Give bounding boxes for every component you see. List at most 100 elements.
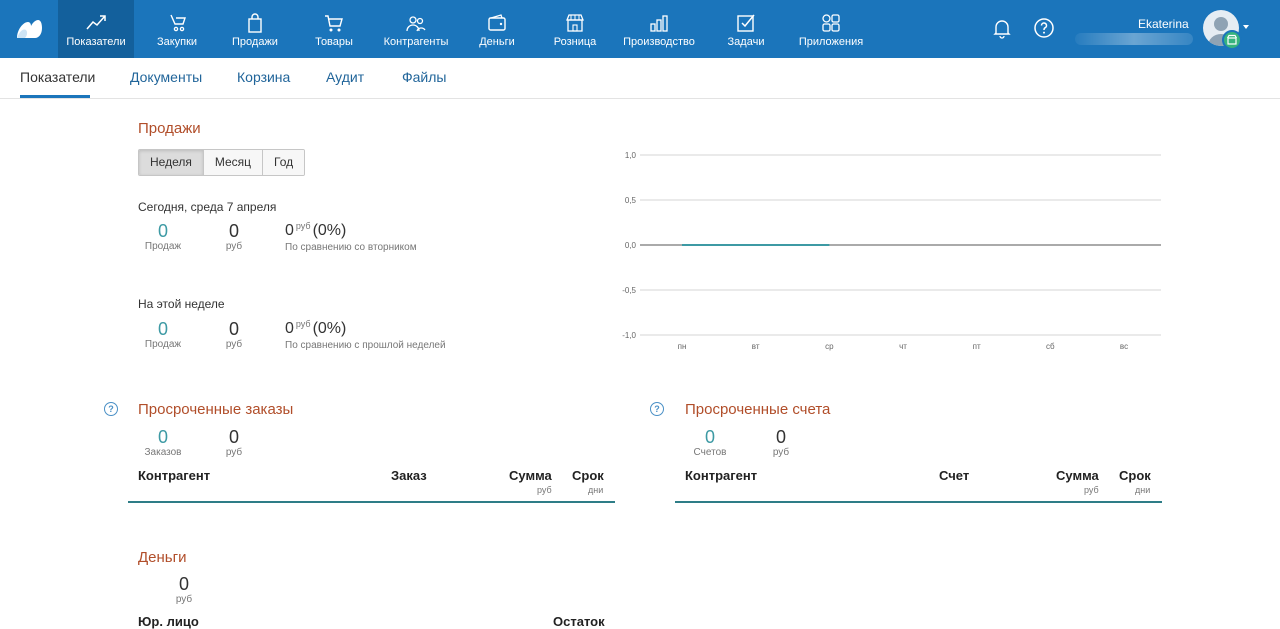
week-sales-amount: 0 руб: [220, 319, 248, 351]
period-year-button[interactable]: Год: [263, 150, 305, 175]
today-comparison: 0 руб (0%) По сравнению со вторником: [285, 221, 417, 253]
nav-item-production[interactable]: Производство: [618, 0, 700, 58]
nav-label: Задачи: [727, 36, 765, 48]
column-term[interactable]: Срок: [572, 468, 604, 483]
y-tick-label: -1,0: [622, 331, 636, 340]
shopping-bag-icon: [248, 13, 262, 33]
compare-unit: руб: [295, 319, 311, 329]
column-invoice[interactable]: Счет: [939, 468, 969, 483]
money-title: Деньги: [138, 549, 187, 566]
amount-value: 0: [228, 319, 239, 339]
nav-item-purchases[interactable]: Закупки: [142, 0, 212, 58]
today-sales-amount: 0 руб: [220, 221, 248, 253]
chevron-down-icon[interactable]: [1243, 25, 1249, 29]
compare-percent: (0%): [312, 320, 347, 337]
people-icon: [406, 16, 426, 32]
period-week-button[interactable]: Неделя: [139, 150, 204, 175]
tab-indicators[interactable]: Показатели: [20, 69, 95, 85]
compare-percent: (0%): [312, 222, 347, 239]
column-sum-unit: руб: [537, 485, 552, 495]
today-sales-count: 0 Продаж: [140, 221, 186, 253]
table-header-divider: [128, 501, 615, 503]
bell-icon[interactable]: [991, 17, 1013, 39]
wallet-icon: [488, 14, 506, 31]
blurred-account-info: [1075, 33, 1193, 45]
nav-item-money[interactable]: Деньги: [468, 0, 526, 58]
sales-chart: 1,0 0,5 0,0 -0,5 -1,0 пн вт ср чт пт сб вс: [622, 151, 1161, 351]
x-tick-label: пн: [678, 342, 687, 351]
column-sum[interactable]: Сумма: [509, 468, 552, 483]
x-tick-label: ср: [825, 342, 834, 351]
subtabs-bar: Показатели Документы Корзина Аудит Файлы: [0, 58, 1280, 99]
nav-item-tasks[interactable]: Задачи: [718, 0, 774, 58]
nav-item-dashboard[interactable]: Показатели: [58, 0, 134, 58]
cart-icon: [325, 15, 343, 32]
overdue-orders-amount: 0 руб: [220, 427, 248, 459]
tab-audit[interactable]: Аудит: [326, 69, 364, 85]
y-tick-label: 0,5: [625, 196, 637, 205]
today-heading: Сегодня, среда 7 апреля: [138, 200, 277, 214]
help-circle-icon[interactable]: ?: [104, 402, 118, 416]
top-navbar: Показатели Закупки Продажи Товары Контра…: [0, 0, 1280, 58]
nav-item-apps[interactable]: Приложения: [792, 0, 870, 58]
tab-documents[interactable]: Документы: [130, 69, 202, 85]
tab-trash[interactable]: Корзина: [237, 69, 290, 85]
factory-icon: [650, 15, 668, 32]
nav-item-sales[interactable]: Продажи: [222, 0, 288, 58]
column-legal-entity[interactable]: Юр. лицо: [138, 614, 199, 629]
compare-caption: По сравнению со вторником: [285, 242, 417, 253]
purchase-icon: [170, 14, 186, 32]
column-term-unit: дни: [588, 485, 604, 495]
overdue-invoices-title: Просроченные счета: [685, 401, 831, 418]
nav-label: Закупки: [156, 36, 198, 48]
column-counterparty[interactable]: Контрагент: [685, 468, 757, 483]
amount-caption: руб: [225, 339, 243, 350]
amount-caption: руб: [225, 447, 243, 458]
tab-files[interactable]: Файлы: [402, 69, 446, 85]
amount-value: 0: [228, 221, 239, 241]
count-value: 0: [704, 427, 715, 447]
nav-label: Деньги: [479, 36, 515, 48]
nav-label: Показатели: [66, 36, 126, 48]
amount-caption: руб: [225, 241, 243, 252]
nav-label: Контрагенты: [383, 36, 449, 48]
overdue-invoices-amount: 0 руб: [767, 427, 795, 459]
count-value: 0: [157, 319, 168, 339]
count-caption: Счетов: [693, 447, 727, 458]
amount-value: 0: [775, 427, 786, 447]
y-tick-label: -0,5: [622, 286, 636, 295]
compare-caption: По сравнению с прошлой неделей: [285, 340, 446, 351]
nav-item-retail[interactable]: Розница: [546, 0, 604, 58]
compare-value: 0: [285, 222, 294, 239]
money-amount: 0 руб: [168, 574, 200, 606]
nav-label: Розница: [553, 36, 597, 48]
checkbox-icon: [737, 14, 755, 32]
nav-item-counterparties[interactable]: Контрагенты: [380, 0, 452, 58]
sales-title: Продажи: [138, 120, 201, 137]
y-tick-label: 0,0: [625, 241, 637, 250]
nav-label: Приложения: [798, 36, 864, 48]
count-caption: Продаж: [144, 339, 182, 350]
logo-icon: [17, 20, 42, 38]
week-sales-count: 0 Продаж: [140, 319, 186, 351]
table-header-divider: [675, 501, 1162, 503]
column-counterparty[interactable]: Контрагент: [138, 468, 210, 483]
column-sum[interactable]: Сумма: [1056, 468, 1099, 483]
app-logo[interactable]: [0, 0, 58, 58]
period-month-button[interactable]: Месяц: [203, 150, 264, 175]
count-value: 0: [157, 427, 168, 447]
user-name[interactable]: Ekaterina: [1138, 17, 1189, 31]
help-circle-icon[interactable]: ?: [650, 402, 664, 416]
column-order[interactable]: Заказ: [391, 468, 427, 483]
column-term[interactable]: Срок: [1119, 468, 1151, 483]
amount-caption: руб: [175, 594, 193, 605]
overdue-invoices-count: 0 Счетов: [687, 427, 733, 459]
overdue-orders-title: Просроченные заказы: [138, 401, 294, 418]
help-icon[interactable]: [1033, 17, 1055, 39]
amount-caption: руб: [772, 447, 790, 458]
y-tick-label: 1,0: [625, 151, 637, 160]
column-balance[interactable]: Остаток: [553, 614, 605, 629]
nav-item-products[interactable]: Товары: [303, 0, 365, 58]
nav-label: Товары: [315, 36, 353, 48]
column-term-unit: дни: [1135, 485, 1151, 495]
